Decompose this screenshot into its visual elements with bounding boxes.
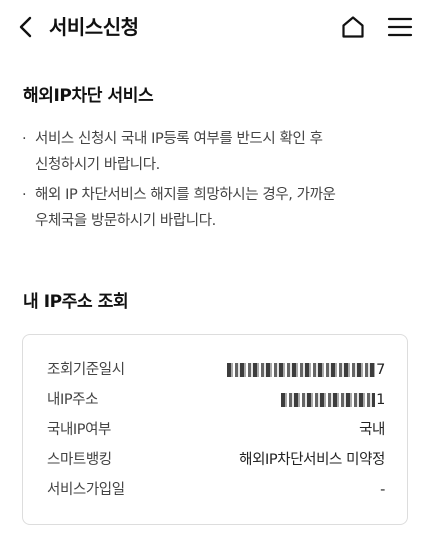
notice-line: 서비스 신청시 국내 IP등록 여부를 반드시 확인 후 (35, 131, 323, 147)
row-label: 스마트뱅킹 (47, 452, 112, 468)
notice-item: · 해외 IP 차단서비스 해지를 희망하시는 경우, 가까운 우체국을 방문하… (22, 182, 412, 234)
row-value: 해외IP차단서비스 미약정 (239, 452, 385, 468)
row-label: 조회기준일시 (47, 362, 125, 378)
notice-item: · 서비스 신청시 국내 IP등록 여부를 반드시 확인 후 신청하시기 바랍니… (22, 126, 412, 178)
notice-line: 해외 IP 차단서비스 해지를 희망하시는 경우, 가까운 (35, 187, 336, 203)
masked-value (227, 363, 376, 377)
page-title: 서비스신청 (49, 15, 139, 39)
ip-row-smart-banking: 스마트뱅킹 해외IP차단서비스 미약정 (47, 449, 385, 471)
row-value: 7 (227, 359, 385, 381)
hamburger-menu-icon (387, 17, 413, 37)
masked-value (281, 393, 376, 407)
row-value: 국내 (359, 422, 385, 438)
notice-line: 신청하시기 바랍니다. (35, 157, 160, 173)
bullet: · (22, 131, 27, 147)
home-button[interactable] (340, 14, 366, 40)
ip-section-title: 내 IP주소 조회 (23, 292, 129, 312)
app-header: 서비스신청 (0, 0, 432, 54)
row-label: 서비스가입일 (47, 482, 125, 498)
ip-row-my-ip: 내IP주소 1 (47, 389, 385, 411)
notice-list: · 서비스 신청시 국내 IP등록 여부를 반드시 확인 후 신청하시기 바랍니… (22, 126, 412, 238)
chevron-left-icon (19, 16, 32, 38)
ip-row-domestic: 국내IP여부 국내 (47, 419, 385, 441)
home-icon (342, 16, 364, 38)
back-button[interactable] (14, 14, 40, 40)
row-label: 국내IP여부 (47, 422, 111, 438)
ip-row-join-date: 서비스가입일 - (47, 479, 385, 501)
service-section-title: 해외IP차단 서비스 (23, 86, 154, 106)
ip-row-query-datetime: 조회기준일시 7 (47, 359, 385, 381)
bullet: · (22, 187, 27, 203)
row-label: 내IP주소 (47, 392, 99, 408)
notice-line: 우체국을 방문하시기 바랍니다. (35, 213, 216, 229)
row-value: 1 (281, 389, 385, 411)
menu-button[interactable] (387, 14, 413, 40)
value-suffix: 7 (376, 362, 385, 378)
row-value: - (380, 482, 385, 498)
ip-info-card: 조회기준일시 7 내IP주소 1 국내IP여부 국내 스마트뱅킹 해외IP차단서… (22, 334, 408, 525)
value-suffix: 1 (376, 392, 385, 408)
